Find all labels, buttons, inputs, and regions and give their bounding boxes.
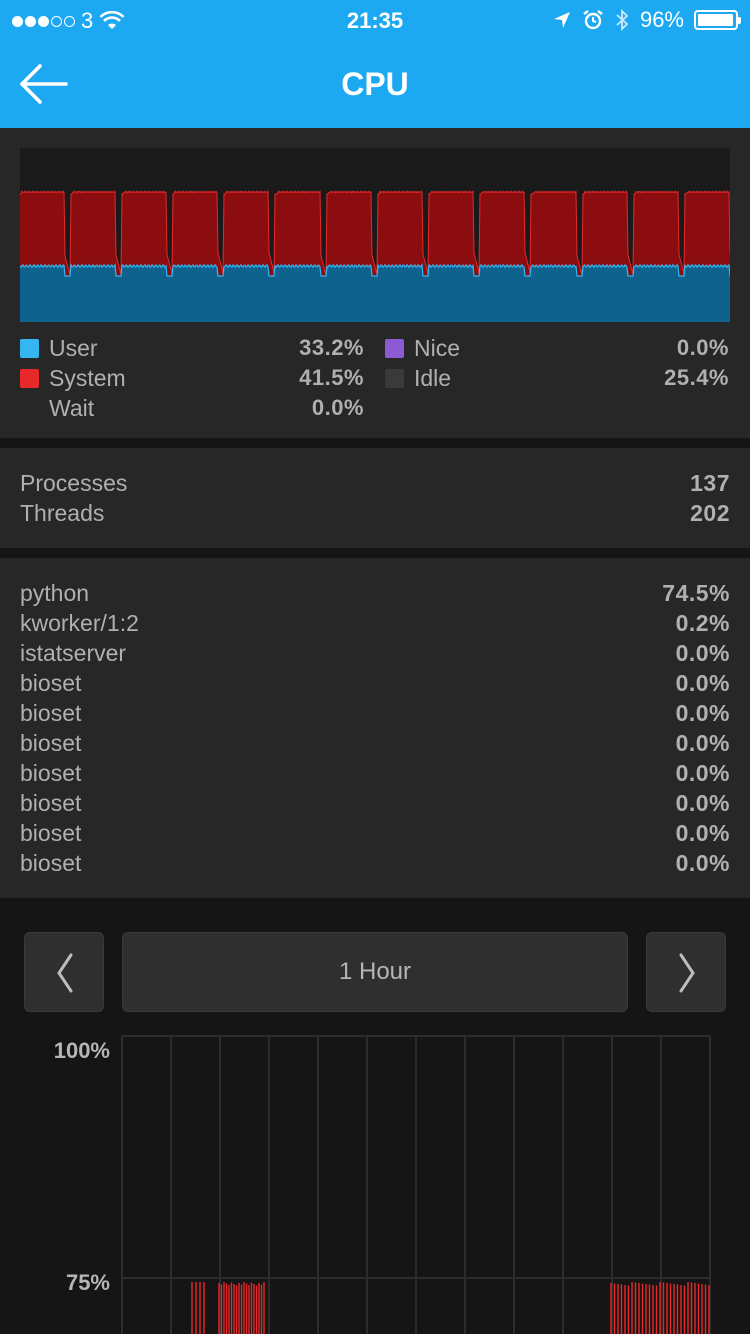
process-cpu: 0.0% — [675, 670, 730, 696]
chevron-right-icon — [679, 953, 695, 993]
process-cpu: 0.0% — [675, 640, 730, 666]
legend-user-value: 33.2% — [299, 335, 364, 360]
battery-percentage: 96% — [639, 7, 684, 32]
status-icons: 96% — [552, 7, 741, 33]
process-name: bioset — [20, 760, 82, 786]
process-row: bioset 0.0% — [20, 700, 730, 730]
legend-wait: Wait — [49, 393, 94, 423]
process-row: bioset 0.0% — [20, 760, 730, 790]
cpu-history-chart: 100% 75% — [0, 1030, 750, 1334]
navigation-bar: CPU — [0, 40, 750, 128]
processes-row: Processes 137 — [20, 470, 730, 500]
process-row: bioset 0.0% — [20, 730, 730, 760]
process-name: bioset — [20, 730, 82, 756]
legend-nice: Nice — [385, 333, 460, 363]
processes-value: 137 — [690, 470, 730, 496]
process-name: istatserver — [20, 640, 127, 666]
process-cpu: 0.0% — [675, 820, 730, 846]
processes-label: Processes — [20, 470, 128, 496]
process-name: bioset — [20, 670, 82, 696]
process-row: bioset 0.0% — [20, 670, 730, 700]
top-processes-card: python 74.5% kworker/1:2 0.2% istatserver 0… — [0, 558, 750, 898]
system-swatch — [20, 368, 39, 388]
legend-user: User — [20, 333, 98, 363]
process-cpu: 0.0% — [675, 850, 730, 876]
bluetooth-icon — [616, 8, 629, 32]
location-arrow-icon — [553, 12, 570, 28]
status-bar: 3 21:35 96% — [0, 0, 750, 40]
process-row: istatserver 0.0% — [20, 640, 730, 670]
process-row: bioset 0.0% — [20, 790, 730, 820]
process-name: bioset — [20, 700, 82, 726]
legend-idle-value: 25.4% — [664, 365, 729, 390]
idle-swatch — [385, 368, 404, 388]
cpu-usage-card: User 33.2% System 41.5% Wait 0.0% Nice 0… — [0, 128, 750, 438]
process-cpu: 0.2% — [675, 610, 730, 636]
process-cpu: 0.0% — [675, 760, 730, 786]
process-row: bioset 0.0% — [20, 820, 730, 850]
user-swatch — [20, 338, 39, 358]
previous-range-button[interactable] — [24, 932, 104, 1012]
threads-label: Threads — [20, 500, 105, 526]
legend-wait-label: Wait — [49, 394, 95, 421]
legend-system: System — [20, 363, 126, 393]
cpu-usage-graph — [20, 148, 730, 322]
battery-level-fill — [698, 14, 733, 26]
counts-card: Processes 137 Threads 202 — [0, 448, 750, 548]
process-cpu: 74.5% — [662, 580, 730, 606]
legend-idle-label: Idle — [414, 364, 452, 391]
history-range-controls: 1 Hour — [0, 932, 750, 1012]
legend-nice-value: 0.0% — [676, 335, 729, 360]
legend-wait-value: 0.0% — [311, 395, 364, 420]
process-row: bioset 0.0% — [20, 850, 730, 880]
threads-row: Threads 202 — [20, 500, 730, 530]
process-cpu: 0.0% — [675, 730, 730, 756]
alarm-icon — [583, 10, 603, 30]
history-plot — [121, 1035, 711, 1334]
process-name: kworker/1:2 — [20, 610, 139, 636]
process-row: python 74.5% — [20, 580, 730, 610]
battery-icon — [694, 10, 741, 30]
legend-system-label: System — [49, 364, 126, 391]
process-row: kworker/1:2 0.2% — [20, 610, 730, 640]
process-name: python — [20, 580, 90, 606]
legend-nice-label: Nice — [414, 334, 461, 361]
process-name: bioset — [20, 790, 82, 816]
next-range-button[interactable] — [646, 932, 726, 1012]
process-cpu: 0.0% — [675, 790, 730, 816]
process-name: bioset — [20, 850, 82, 876]
nice-swatch — [385, 338, 404, 358]
process-name: bioset — [20, 820, 82, 846]
chevron-left-icon — [57, 953, 73, 993]
page-title: CPU — [341, 66, 409, 102]
legend-idle: Idle — [385, 363, 451, 393]
range-selector-button[interactable]: 1 Hour — [122, 932, 628, 1012]
legend-system-value: 41.5% — [299, 365, 364, 390]
threads-value: 202 — [690, 500, 730, 526]
process-cpu: 0.0% — [675, 700, 730, 726]
legend-user-label: User — [49, 334, 98, 361]
